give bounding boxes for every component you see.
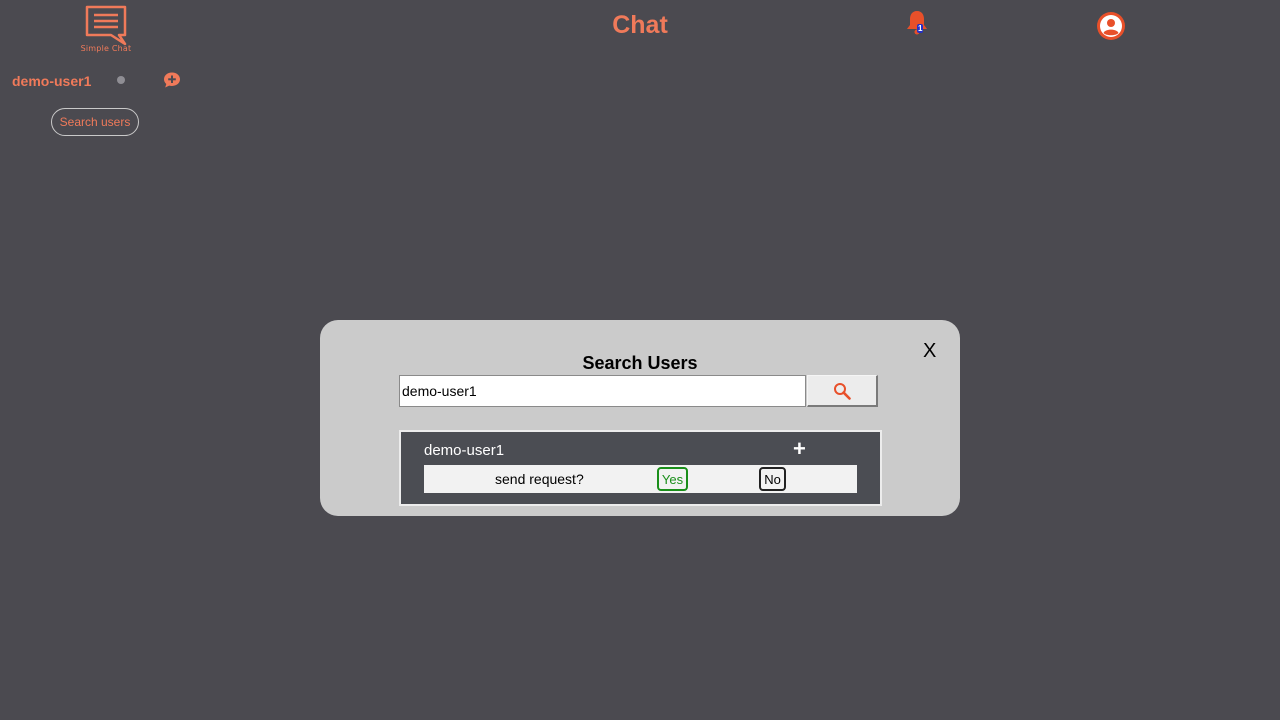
- logo-text: Simple Chat: [80, 44, 132, 53]
- status-dot-icon: [117, 76, 125, 84]
- profile-button[interactable]: [1096, 11, 1126, 41]
- search-icon: [834, 382, 851, 400]
- search-users-button[interactable]: Search users: [51, 108, 139, 136]
- chat-bubble-logo-icon: [85, 5, 127, 46]
- send-request-confirm: send request? Yes No: [424, 465, 857, 493]
- page-title: Chat: [612, 11, 668, 39]
- result-username: demo-user1: [424, 442, 505, 459]
- search-input[interactable]: [399, 375, 806, 407]
- confirm-no-button[interactable]: No: [759, 467, 786, 491]
- modal-title: Search Users: [582, 353, 698, 373]
- app-logo[interactable]: Simple Chat: [76, 4, 136, 56]
- search-results: demo-user1 + send request? Yes No: [399, 430, 882, 506]
- chat-plus-icon: [164, 72, 180, 88]
- notification-badge: 1: [917, 24, 924, 33]
- add-user-button[interactable]: +: [793, 437, 806, 461]
- user-circle-icon: [1097, 12, 1125, 40]
- confirm-yes-button[interactable]: Yes: [657, 467, 688, 491]
- send-request-prompt: send request?: [495, 471, 584, 487]
- chat-app-page: Simple Chat Chat 1 demo-user1 Search use…: [0, 0, 1280, 720]
- search-users-modal: X Search Users demo-user1 + send request…: [320, 320, 960, 516]
- current-username: demo-user1: [12, 73, 92, 89]
- search-submit-button[interactable]: [807, 375, 878, 407]
- notifications-button[interactable]: 1: [905, 10, 929, 36]
- new-chat-button[interactable]: [163, 71, 181, 89]
